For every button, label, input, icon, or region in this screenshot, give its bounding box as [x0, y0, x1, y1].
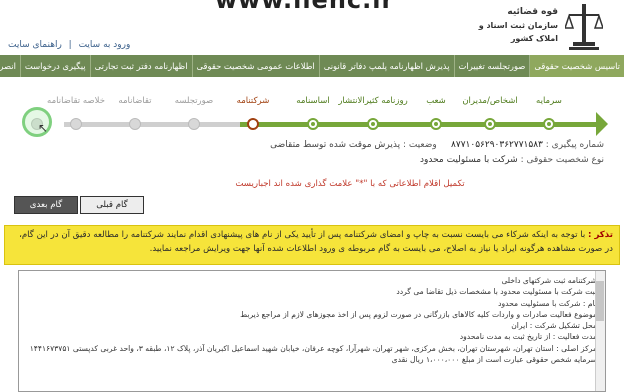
document-line: نام : شرکت با مسئولیت محدود	[498, 298, 597, 308]
org-name-line2: سازمان ثبت اسناد و املاک کشور	[478, 21, 558, 43]
text-scrollbar[interactable]	[595, 271, 605, 391]
site-title: www.ilenc.ir	[215, 0, 395, 14]
menu-item-establish-entity[interactable]: تاسیس شخصیت حقوقی	[529, 55, 624, 77]
status-value: پذیرش موقت شده توسط متقاضی	[270, 140, 401, 150]
step-dot-newspaper[interactable]	[367, 118, 379, 130]
step-label-branches[interactable]: شعب	[401, 96, 471, 106]
partnership-deed-text[interactable]: شرکتنامه ثبت شرکتهای داخلی ثبت شرکت با م…	[18, 270, 606, 392]
tracking-value: ۸۷۷۱۰۵۶۲۹۰۳۶۲۷۷۱۵۸۳	[451, 140, 543, 150]
emblem-icon	[565, 4, 603, 50]
menu-item-track-request[interactable]: پیگیری درخواست	[19, 55, 90, 77]
site-guide-link[interactable]: راهنمای سایت	[8, 40, 62, 50]
status-label: وضعیت :	[402, 140, 437, 150]
text-scrollbar-thumb[interactable]	[596, 281, 604, 321]
organization-name: قوه قضائیه سازمان ثبت اسناد و املاک کشور	[478, 6, 558, 45]
warning-tag: تذکر :	[588, 230, 613, 240]
step-dot-application[interactable]	[129, 118, 141, 130]
menu-item-entity-info[interactable]: اطلاعات عمومی شخصیت حقوقی	[191, 55, 319, 77]
warning-text: با توجه به اینکه شرکاء می بایست نسبت به …	[19, 230, 613, 254]
step-dot-partnership-deed[interactable]	[247, 118, 259, 130]
step-dot-persons[interactable]	[484, 118, 496, 130]
menu-item-legal-books[interactable]: پذیرش اظهارنامه پلمپ دفاتر قانونی	[318, 55, 454, 77]
step-dot-capital[interactable]	[543, 118, 555, 130]
document-line: مدت فعالیت : از تاریخ ثبت به مدت نامحدود	[459, 332, 597, 342]
entity-type-label: نوع شخصیت حقوقی :	[520, 155, 604, 165]
document-line: سرمایه شخص حقوقی عبارت است از مبلغ ۱،۰۰۰…	[391, 355, 597, 365]
next-step-button[interactable]: گام بعدی	[14, 196, 78, 214]
site-header: www.ilenc.ir قوه قضائیه سازمان ثبت اسناد…	[0, 0, 624, 55]
login-link[interactable]: ورود به سایت	[79, 40, 131, 50]
document-line: ثبت شرکت با مسئولیت محدود با مشخصات ذیل …	[396, 287, 597, 297]
entity-row: نوع شخصیت حقوقی : شرکت با مسئولیت محدود	[164, 153, 604, 168]
top-links: ورود به سایت | راهنمای سایت	[6, 40, 132, 50]
tracking-label: شماره پیگیری :	[545, 140, 604, 150]
main-menu: تاسیس شخصیت حقوقی صورتجلسه تغییرات پذیرش…	[0, 55, 624, 77]
warning-notice: تذکر : با توجه به اینکه شرکاء می بایست ن…	[4, 225, 620, 265]
menu-item-trade-register[interactable]: اظهارنامه دفتر ثبت تجارتی	[89, 55, 192, 77]
document-line: محل تشکیل شرکت : ایران	[511, 321, 597, 331]
step-dot-articles[interactable]	[307, 118, 319, 130]
org-name-line1: قوه قضائیه	[507, 7, 558, 17]
menu-item-cancel-request[interactable]: انصراف از درخواست	[0, 55, 20, 77]
step-label-articles[interactable]: اساسنامه	[278, 96, 348, 106]
progress-arrow-icon	[596, 112, 608, 136]
menu-item-change-minutes[interactable]: صورتجلسه تغییرات	[453, 55, 530, 77]
link-separator: |	[68, 40, 72, 50]
step-dot-minutes[interactable]	[188, 118, 200, 130]
step-dot-application-summary[interactable]	[70, 118, 82, 130]
document-line: مرکز اصلی : استان تهران، شهرستان تهران، …	[29, 343, 597, 353]
mouse-cursor-icon: ↖	[38, 121, 49, 135]
step-dot-branches[interactable]	[430, 118, 442, 130]
tracking-row: شماره پیگیری : ۸۷۷۱۰۵۶۲۹۰۳۶۲۷۷۱۵۸۳ وضعیت…	[164, 138, 604, 153]
required-fields-note: تکمیل اقلام اطلاعاتی که با "*" علامت گذا…	[235, 179, 465, 189]
document-line: شرکتنامه ثبت شرکتهای داخلی	[501, 276, 597, 285]
step-label-newspaper[interactable]: روزنامه کثیرالانتشار	[338, 96, 408, 106]
request-info: شماره پیگیری : ۸۷۷۱۰۵۶۲۹۰۳۶۲۷۷۱۵۸۳ وضعیت…	[164, 138, 604, 168]
document-line: موضوع فعالیت صادرات و واردات کلیه کالاها…	[240, 309, 597, 319]
previous-step-button[interactable]: گام قبلی	[80, 196, 144, 214]
entity-type-value: شرکت با مسئولیت محدود	[420, 155, 518, 165]
step-label-application-summary[interactable]: خلاصه تقاضانامه	[41, 96, 111, 106]
page: www.ilenc.ir قوه قضائیه سازمان ثبت اسناد…	[0, 0, 624, 392]
